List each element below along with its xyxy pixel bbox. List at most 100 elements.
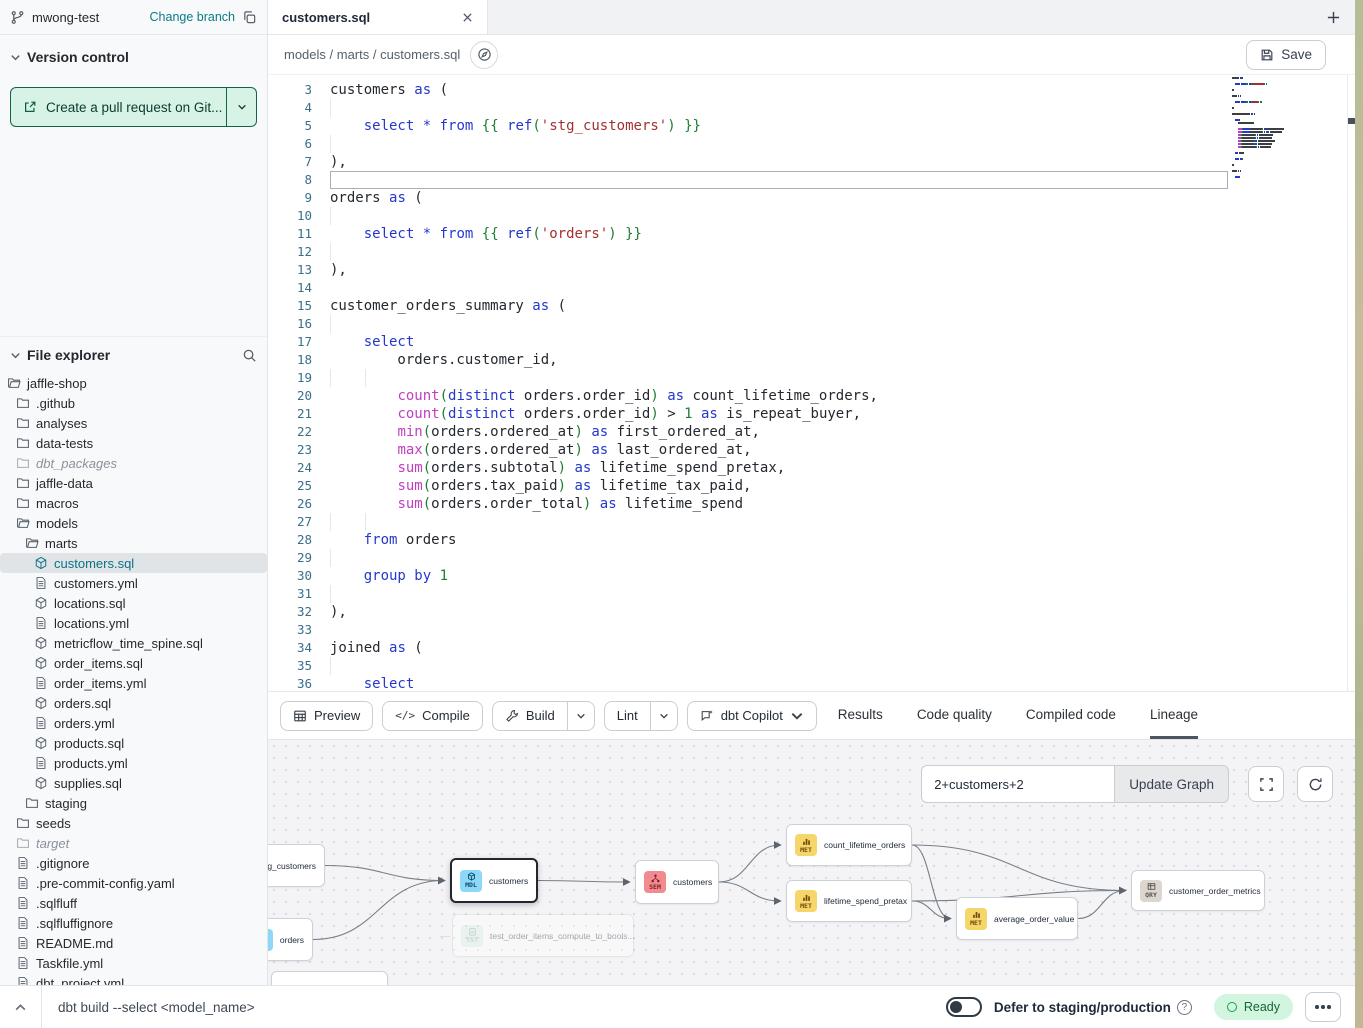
code-line-4[interactable]: 4: [268, 99, 1363, 117]
tree-item-readme-md[interactable]: README.md: [0, 933, 267, 953]
tab-code-quality[interactable]: Code quality: [917, 692, 992, 739]
code-line-18[interactable]: 18 orders.customer_id,: [268, 351, 1363, 369]
preview-button[interactable]: Preview: [280, 701, 373, 731]
compile-button[interactable]: </> Compile: [382, 701, 483, 731]
code-line-20[interactable]: 20 count(distinct orders.order_id) as co…: [268, 387, 1363, 405]
overflow-menu-button[interactable]: [1305, 992, 1341, 1022]
tree-item--pre-commit-config-yaml[interactable]: .pre-commit-config.yaml: [0, 873, 267, 893]
refresh-button[interactable]: [1297, 766, 1333, 802]
code-line-5[interactable]: 5 select * from {{ ref('stg_customers') …: [268, 117, 1363, 135]
tree-item-dbt-packages[interactable]: dbt_packages: [0, 453, 267, 473]
tree-item-locations-yml[interactable]: locations.yml: [0, 613, 267, 633]
tree-item-taskfile-yml[interactable]: Taskfile.yml: [0, 953, 267, 973]
tree-item-customers-yml[interactable]: customers.yml: [0, 573, 267, 593]
tree-item-products-sql[interactable]: products.sql: [0, 733, 267, 753]
lineage-node-lifetime_spend_pretax[interactable]: METlifetime_spend_pretax: [786, 880, 912, 922]
lineage-node-average_order_value[interactable]: METaverage_order_value: [956, 897, 1078, 940]
tree-item-customers-sql[interactable]: customers.sql: [0, 553, 267, 573]
tree-item--sqlfluff[interactable]: .sqlfluff: [0, 893, 267, 913]
tab-results[interactable]: Results: [838, 692, 883, 739]
tab-customers-sql[interactable]: customers.sql: [268, 0, 488, 34]
version-control-header[interactable]: Version control: [10, 49, 257, 65]
tree-item-orders-yml[interactable]: orders.yml: [0, 713, 267, 733]
code-line-21[interactable]: 21 count(distinct orders.order_id) > 1 a…: [268, 405, 1363, 423]
lineage-node-orders[interactable]: MDLorders: [268, 918, 313, 961]
tree-item-staging[interactable]: staging: [0, 793, 267, 813]
lineage-node-customer_order_metrics[interactable]: QRYcustomer_order_metrics: [1131, 870, 1265, 911]
tree-item-order-items-sql[interactable]: order_items.sql: [0, 653, 267, 673]
tab-compiled-code[interactable]: Compiled code: [1026, 692, 1116, 739]
update-graph-button[interactable]: Update Graph: [1114, 765, 1229, 803]
lineage-node-count_lifetime_orders[interactable]: METcount_lifetime_orders: [786, 824, 912, 866]
lineage-node-stg_customers[interactable]: MDLstg_customers: [268, 844, 325, 887]
save-button[interactable]: Save: [1246, 40, 1326, 70]
build-button[interactable]: Build: [492, 701, 595, 731]
code-line-6[interactable]: 6: [268, 135, 1363, 153]
tree-item--sqlfluffignore[interactable]: .sqlfluffignore: [0, 913, 267, 933]
code-line-25[interactable]: 25 sum(orders.tax_paid) as lifetime_tax_…: [268, 477, 1363, 495]
lineage-node-customers_mdl[interactable]: MDLcustomers: [450, 858, 538, 903]
lint-button[interactable]: Lint: [604, 701, 678, 731]
tree-item-macros[interactable]: macros: [0, 493, 267, 513]
tree-item-data-tests[interactable]: data-tests: [0, 433, 267, 453]
tree-item-supplies-sql[interactable]: supplies.sql: [0, 773, 267, 793]
code-line-15[interactable]: 15customer_orders_summary as (: [268, 297, 1363, 315]
new-tab-button[interactable]: [1326, 10, 1341, 25]
code-line-17[interactable]: 17 select: [268, 333, 1363, 351]
code-line-33[interactable]: 33: [268, 621, 1363, 639]
tree-item-analyses[interactable]: analyses: [0, 413, 267, 433]
change-branch-link[interactable]: Change branch: [150, 10, 235, 24]
code-line-28[interactable]: 28 from orders: [268, 531, 1363, 549]
code-line-24[interactable]: 24 sum(orders.subtotal) as lifetime_spen…: [268, 459, 1363, 477]
lineage-node-customers_sem[interactable]: SEMcustomers: [635, 860, 719, 904]
fullscreen-button[interactable]: [1248, 766, 1284, 802]
tree-item-jaffle-shop[interactable]: jaffle-shop: [0, 373, 267, 393]
code-line-10[interactable]: 10: [268, 207, 1363, 225]
create-pr-caret[interactable]: [226, 88, 256, 126]
code-line-27[interactable]: 27: [268, 513, 1363, 531]
code-line-7[interactable]: 7),: [268, 153, 1363, 171]
code-line-22[interactable]: 22 min(orders.ordered_at) as first_order…: [268, 423, 1363, 441]
tree-item-jaffle-data[interactable]: jaffle-data: [0, 473, 267, 493]
code-line-26[interactable]: 26 sum(orders.order_total) as lifetime_s…: [268, 495, 1363, 513]
build-caret[interactable]: [567, 702, 594, 730]
close-icon[interactable]: [462, 12, 473, 23]
code-line-16[interactable]: 16: [268, 315, 1363, 333]
lineage-node-cut_node[interactable]: [271, 971, 388, 985]
tree-item-dbt-project-yml[interactable]: dbt_project.yml: [0, 973, 267, 985]
create-pr-button[interactable]: Create a pull request on Git...: [10, 87, 257, 127]
minimap[interactable]: [1232, 77, 1312, 201]
copy-icon[interactable]: [242, 10, 257, 25]
code-line-31[interactable]: 31: [268, 585, 1363, 603]
lineage-node-test_node[interactable]: TSTtest_order_items_compute_to_bools...: [452, 914, 634, 957]
code-line-13[interactable]: 13),: [268, 261, 1363, 279]
code-line-3[interactable]: 3customers as (: [268, 81, 1363, 99]
tree-item-products-yml[interactable]: products.yml: [0, 753, 267, 773]
tree-item-metricflow-time-spine-sql[interactable]: metricflow_time_spine.sql: [0, 633, 267, 653]
code-line-35[interactable]: 35: [268, 657, 1363, 675]
tree-item-seeds[interactable]: seeds: [0, 813, 267, 833]
code-line-36[interactable]: 36 select: [268, 675, 1363, 691]
chevron-up-icon[interactable]: [14, 1001, 27, 1014]
search-icon[interactable]: [242, 348, 257, 363]
command-input[interactable]: dbt build --select <model_name>: [58, 1000, 946, 1015]
code-line-32[interactable]: 32),: [268, 603, 1363, 621]
tree-item-locations-sql[interactable]: locations.sql: [0, 593, 267, 613]
tree-item-marts[interactable]: marts: [0, 533, 267, 553]
code-line-12[interactable]: 12: [268, 243, 1363, 261]
tree-item--gitignore[interactable]: .gitignore: [0, 853, 267, 873]
lint-caret[interactable]: [650, 702, 677, 730]
tab-lineage[interactable]: Lineage: [1150, 692, 1198, 739]
code-line-19[interactable]: 19: [268, 369, 1363, 387]
lineage-panel[interactable]: Update Graph MDLstg_customers MDLorders MD…: [268, 740, 1363, 985]
code-line-29[interactable]: 29: [268, 549, 1363, 567]
code-line-11[interactable]: 11 select * from {{ ref('orders') }}: [268, 225, 1363, 243]
tree-item-order-items-yml[interactable]: order_items.yml: [0, 673, 267, 693]
tree-item-orders-sql[interactable]: orders.sql: [0, 693, 267, 713]
code-line-30[interactable]: 30 group by 1: [268, 567, 1363, 585]
help-icon[interactable]: ?: [1177, 1000, 1192, 1015]
tree-item--github[interactable]: .github: [0, 393, 267, 413]
explore-lineage-button[interactable]: [470, 41, 498, 69]
code-editor[interactable]: 3customers as (45 select * from {{ ref('…: [268, 75, 1363, 691]
code-line-14[interactable]: 14: [268, 279, 1363, 297]
